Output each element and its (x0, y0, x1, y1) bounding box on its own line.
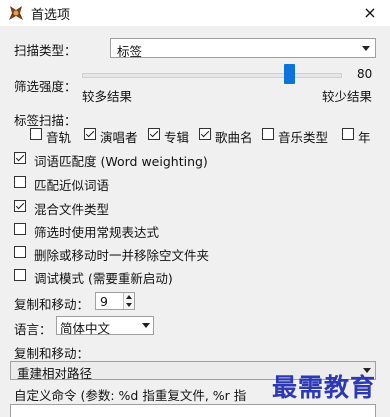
checkbox-artist-label: 演唱者 (100, 130, 138, 145)
checkbox-year-label: 年 (358, 130, 371, 145)
chevron-down-icon (362, 46, 370, 51)
language-dropdown[interactable]: 简体中文 (56, 316, 154, 336)
option-debug-mode-label: 调试模式 (需要重新启动) (34, 271, 173, 286)
filter-strength-slider-thumb[interactable] (284, 64, 295, 84)
option-word-weighting-label: 词语匹配度 (Word weighting) (34, 154, 208, 169)
custom-command-input[interactable] (10, 404, 376, 417)
stepper-arrows[interactable] (123, 293, 134, 309)
checkbox-track-label: 音轨 (46, 130, 72, 145)
checkbox-genre-label: 音乐类型 (278, 130, 329, 145)
chevron-down-icon (142, 323, 150, 328)
copy-move-count-stepper[interactable]: 9 (95, 292, 135, 310)
filter-strength-label: 筛选强度： (14, 79, 77, 94)
option-regex-filter-label: 筛选时使用常规表达式 (34, 225, 160, 240)
checkbox-title[interactable] (199, 128, 211, 140)
scan-type-value: 标签 (117, 44, 143, 59)
checkbox-fuzzy-match[interactable] (14, 176, 26, 188)
checkbox-word-weighting[interactable] (14, 152, 26, 164)
fewer-results-label: 较少结果 (322, 89, 373, 104)
window-title: 首选项 (31, 8, 71, 23)
checkbox-title-label: 歌曲名 (215, 130, 253, 145)
checkbox-year[interactable] (342, 128, 354, 140)
copy-move-path-label: 复制和移动： (14, 346, 90, 361)
option-mixed-filetypes-label: 混合文件类型 (34, 202, 110, 217)
title-bar: 首选项 × (0, 0, 390, 26)
checkbox-album[interactable] (148, 128, 160, 140)
language-label: 语言： (14, 322, 52, 337)
decrement-icon[interactable] (126, 303, 132, 307)
checkbox-album-label: 专辑 (164, 130, 190, 145)
close-button[interactable]: × (358, 1, 382, 25)
checkbox-remove-empty-folders[interactable] (14, 246, 26, 258)
app-icon (9, 6, 23, 20)
checkbox-track[interactable] (30, 128, 42, 140)
checkbox-mixed-filetypes[interactable] (14, 200, 26, 212)
checkbox-genre[interactable] (262, 128, 274, 140)
option-fuzzy-match-label: 匹配近似词语 (34, 178, 110, 193)
more-results-label: 较多结果 (82, 89, 133, 104)
scan-type-label: 扫描类型： (14, 43, 77, 58)
increment-icon[interactable] (126, 295, 132, 299)
filter-strength-slider-track[interactable] (82, 73, 342, 78)
copy-move-count-label: 复制和移动： (14, 297, 90, 312)
scan-type-dropdown[interactable]: 标签 (110, 38, 376, 59)
checkbox-regex-filter[interactable] (14, 223, 26, 235)
watermark-text: 最需教育 (272, 373, 377, 402)
option-remove-empty-folders-label: 删除或移动时一并移除空文件夹 (34, 248, 210, 263)
checkbox-artist[interactable] (84, 128, 96, 140)
custom-command-label: 自定义命令 (参数: %d 指重复文件, %r 指 (14, 388, 247, 403)
copy-move-count-value: 9 (100, 294, 108, 309)
checkbox-debug-mode[interactable] (14, 269, 26, 281)
filter-strength-value: 80 (357, 67, 373, 81)
copy-move-path-value: 重建相对路径 (17, 366, 93, 381)
language-value: 简体中文 (60, 321, 111, 336)
